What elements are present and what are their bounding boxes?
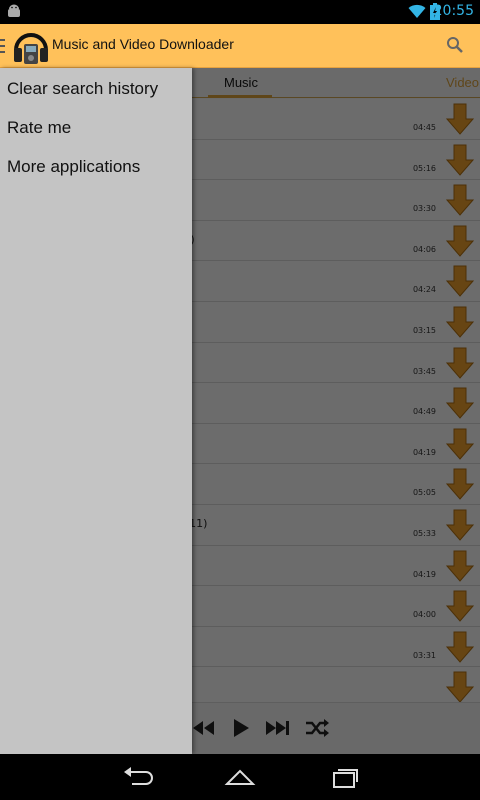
drawer-item-clear-search-history[interactable]: Clear search history bbox=[7, 79, 158, 99]
wifi-icon bbox=[408, 4, 426, 18]
drawer-item-rate-me[interactable]: Rate me bbox=[7, 118, 71, 138]
track-duration: 04:06 bbox=[412, 244, 436, 254]
search-icon[interactable] bbox=[446, 36, 464, 54]
download-arrow-icon[interactable] bbox=[446, 671, 474, 704]
track-duration: 04:19 bbox=[412, 569, 436, 579]
home-icon[interactable] bbox=[224, 766, 256, 788]
app-title: Music and Video Downloader bbox=[52, 36, 234, 52]
android-icon bbox=[8, 4, 20, 17]
download-arrow-icon[interactable] bbox=[446, 509, 474, 541]
back-icon[interactable] bbox=[122, 766, 154, 788]
track-duration: 03:31 bbox=[412, 650, 436, 660]
recent-apps-icon[interactable] bbox=[328, 766, 360, 788]
download-arrow-icon[interactable] bbox=[446, 347, 474, 379]
download-arrow-icon[interactable] bbox=[446, 590, 474, 622]
track-duration: 04:19 bbox=[412, 447, 436, 457]
download-arrow-icon[interactable] bbox=[446, 387, 474, 419]
status-bar: 20:55 bbox=[0, 0, 480, 24]
previous-icon[interactable] bbox=[190, 717, 216, 739]
play-icon[interactable] bbox=[228, 717, 254, 739]
download-arrow-icon[interactable] bbox=[446, 144, 474, 176]
track-duration: 03:45 bbox=[412, 366, 436, 376]
download-arrow-icon[interactable] bbox=[446, 306, 474, 338]
navigation-drawer: Clear search history Rate me More applic… bbox=[0, 68, 192, 754]
system-nav-bar bbox=[0, 754, 480, 800]
download-arrow-icon[interactable] bbox=[446, 550, 474, 582]
drawer-indicator-icon[interactable] bbox=[0, 39, 5, 53]
tab-music-indicator bbox=[208, 95, 272, 98]
track-duration: 04:24 bbox=[412, 285, 436, 295]
download-arrow-icon[interactable] bbox=[446, 265, 474, 298]
next-icon[interactable] bbox=[264, 717, 290, 739]
track-duration: 04:49 bbox=[412, 407, 436, 417]
download-arrow-icon[interactable] bbox=[446, 428, 474, 460]
track-duration: 05:16 bbox=[412, 163, 436, 173]
track-duration: 03:15 bbox=[412, 325, 436, 335]
action-bar: Music and Video Downloader bbox=[0, 24, 480, 68]
drawer-item-more-applications[interactable]: More applications bbox=[7, 157, 140, 177]
tab-video[interactable]: Video bbox=[446, 75, 479, 90]
download-arrow-icon[interactable] bbox=[446, 225, 474, 257]
status-clock: 20:55 bbox=[433, 3, 474, 19]
download-arrow-icon[interactable] bbox=[446, 631, 474, 663]
download-arrow-icon[interactable] bbox=[446, 103, 474, 135]
shuffle-icon[interactable] bbox=[304, 717, 330, 739]
download-arrow-icon[interactable] bbox=[446, 468, 474, 501]
track-duration: 03:30 bbox=[412, 204, 436, 214]
app-logo-headphones-icon[interactable] bbox=[12, 26, 50, 66]
download-arrow-icon[interactable] bbox=[446, 184, 474, 216]
track-duration: 05:05 bbox=[412, 488, 436, 498]
tab-music[interactable]: Music bbox=[224, 75, 258, 90]
track-duration: 04:45 bbox=[412, 123, 436, 132]
track-duration: 04:00 bbox=[412, 610, 436, 620]
track-duration: 05:33 bbox=[412, 528, 436, 538]
